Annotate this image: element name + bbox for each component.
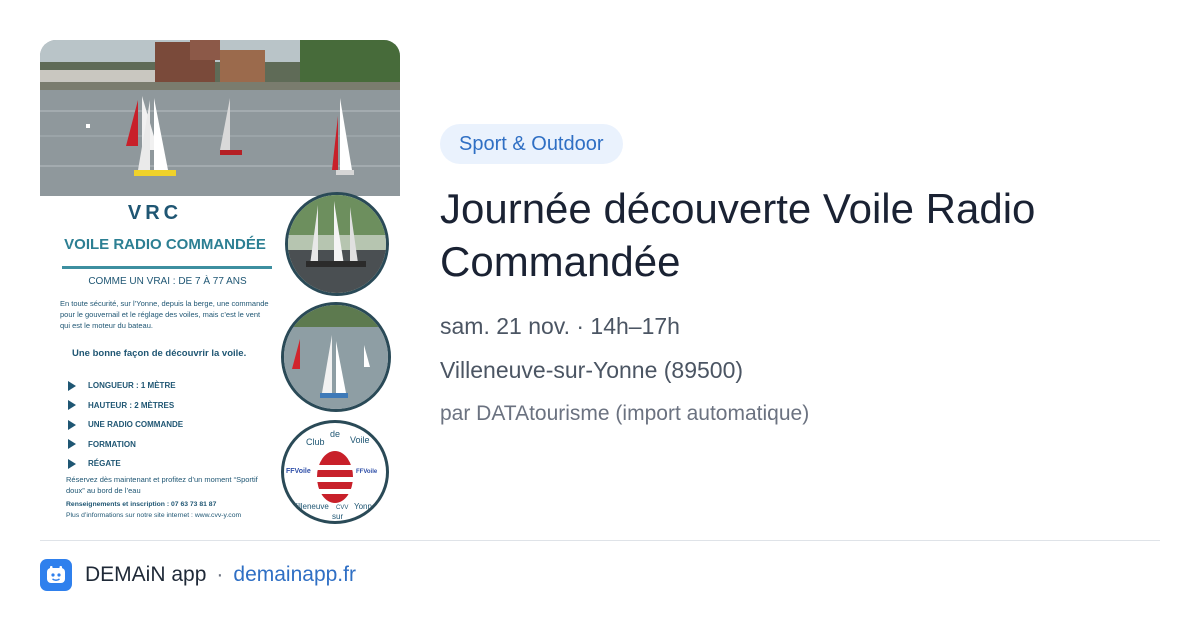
svg-text:Yonne: Yonne	[354, 502, 377, 511]
poster-contact: Renseignements et inscription : 07 63 73…	[66, 501, 217, 508]
poster-rule	[62, 266, 272, 269]
poster-feature: RÉGATE	[68, 454, 268, 474]
event-location: Villeneuve-sur-Yonne (89500)	[440, 357, 744, 383]
poster-circle-photo-race	[281, 302, 391, 412]
play-bullet-icon	[68, 439, 76, 450]
svg-text:FFVoile: FFVoile	[356, 469, 378, 475]
app-domain-link[interactable]: demainapp.fr	[233, 563, 356, 587]
svg-text:CVV: CVV	[336, 505, 348, 511]
poster-tagline: COMME UN VRAI : DE 7 À 77 ANS	[88, 276, 247, 287]
event-title: Journée découverte Voile Radio Commandée	[440, 185, 1036, 285]
category-badge[interactable]: Sport & Outdoor	[440, 124, 623, 164]
app-name: DEMAiN app	[85, 563, 207, 586]
club-logo: Club de Voile FFVoile FFVoile CVV Villen…	[281, 420, 389, 524]
footer-separator: ·	[216, 563, 224, 586]
svg-text:sur: sur	[332, 512, 343, 521]
svg-text:de: de	[330, 429, 340, 439]
poster-circle-photo-boats	[285, 192, 389, 296]
poster-website: Plus d’informations sur notre site inter…	[66, 512, 242, 519]
play-bullet-icon	[68, 458, 76, 469]
play-bullet-icon	[68, 400, 76, 411]
play-bullet-icon	[68, 380, 76, 391]
poster-highlight: Une bonne façon de découvrir la voile.	[72, 348, 247, 359]
poster-feature-list: LONGUEUR : 1 MÈTRE HAUTEUR : 2 MÈTRES UN…	[68, 376, 268, 474]
svg-text:Club: Club	[306, 437, 325, 447]
poster-feature: HAUTEUR : 2 MÈTRES	[68, 396, 268, 416]
poster-feature: FORMATION	[68, 435, 268, 455]
lake-photo	[40, 40, 400, 196]
svg-text:Villeneuve: Villeneuve	[292, 502, 329, 511]
poster-feature: LONGUEUR : 1 MÈTRE	[68, 376, 268, 396]
poster-reserve: Réservez dès maintenant et profitez d’un…	[66, 475, 258, 495]
poster-feature: UNE RADIO COMMANDE	[68, 415, 268, 435]
play-bullet-icon	[68, 419, 76, 430]
poster-heading: VRC	[127, 202, 183, 224]
footer-divider	[40, 540, 1160, 541]
demain-logo-icon	[40, 559, 72, 591]
poster-intro: En toute sécurité, sur l’Yonne, depuis l…	[60, 299, 269, 330]
poster-subheading: VOILE RADIO COMMANDÉE	[64, 236, 266, 253]
svg-text:Voile: Voile	[350, 435, 370, 445]
footer: DEMAiN app · demainapp.fr	[40, 558, 356, 592]
event-poster-image: VRC VOILE RADIO COMMANDÉE COMME UN VRAI …	[40, 40, 400, 524]
event-date: sam. 21 nov. · 14h–17h	[440, 313, 680, 339]
svg-text:FFVoile: FFVoile	[286, 468, 311, 475]
event-source: par DATAtourisme (import automatique)	[440, 402, 810, 425]
